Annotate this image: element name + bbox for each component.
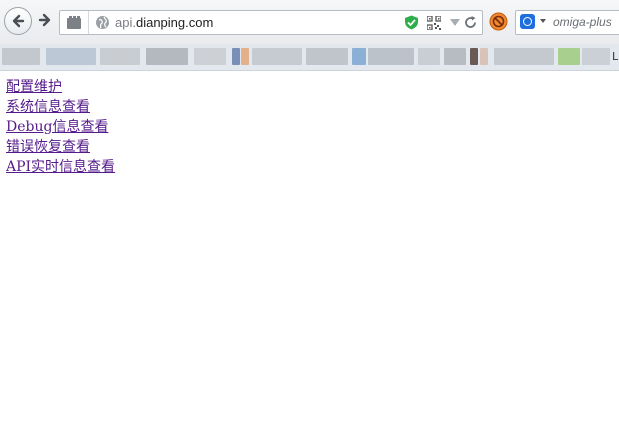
globe-icon: [96, 16, 109, 29]
link-error-recovery[interactable]: 错误恢复查看: [6, 137, 115, 157]
bookmark-item[interactable]: [494, 48, 554, 65]
bookmark-item[interactable]: [352, 48, 366, 65]
bookmark-item[interactable]: [306, 48, 348, 65]
link-config-maintenance[interactable]: 配置维护: [6, 77, 115, 97]
browser-toolbar: api.dianping.com omiga-plus: [0, 0, 619, 44]
bookmark-item[interactable]: [46, 48, 96, 65]
forward-arrow-icon: [38, 13, 51, 27]
shield-button[interactable]: [404, 15, 419, 30]
qr-code-button[interactable]: [426, 15, 441, 30]
url-domain: dianping.com: [135, 15, 214, 30]
omega-search-box[interactable]: omiga-plus: [515, 10, 619, 35]
bookmark-item[interactable]: [252, 48, 302, 65]
url-prefix: api.: [115, 15, 136, 30]
bookmark-item[interactable]: [558, 48, 580, 65]
bookmark-item[interactable]: [444, 48, 466, 65]
bookmark-item[interactable]: [241, 48, 249, 65]
bookmark-overflow-text: L: [612, 50, 619, 63]
link-debug-info[interactable]: Debug信息查看: [6, 117, 115, 137]
reload-icon: [465, 16, 476, 28]
bookmark-item[interactable]: [2, 48, 40, 65]
bookmark-item[interactable]: [470, 48, 478, 65]
bookmark-item[interactable]: [194, 48, 226, 65]
bookmark-item[interactable]: [582, 48, 610, 65]
omega-search-label: omiga-plus: [553, 15, 612, 29]
site-identity-button[interactable]: [60, 11, 89, 34]
bookmark-item[interactable]: [368, 48, 414, 65]
bookmark-item[interactable]: [232, 48, 240, 65]
back-button[interactable]: [4, 7, 32, 35]
omega-logo-icon: [520, 14, 535, 29]
bookmark-item[interactable]: [146, 48, 188, 65]
dropdown-triangle-icon: [449, 18, 460, 26]
link-api-realtime-info[interactable]: API实时信息查看: [6, 157, 115, 177]
back-arrow-icon: [12, 14, 25, 28]
reload-button[interactable]: [463, 15, 478, 30]
bookmark-item[interactable]: [418, 48, 440, 65]
url-bar[interactable]: api.dianping.com: [59, 10, 483, 35]
dropdown-triangle-icon[interactable]: [540, 19, 546, 23]
shield-check-icon: [405, 15, 418, 30]
forward-button[interactable]: [36, 11, 54, 29]
blocked-addon-icon[interactable]: [489, 12, 508, 31]
bookmark-item[interactable]: [480, 48, 488, 65]
page-content: 配置维护 系统信息查看 Debug信息查看 错误恢复查看 API实时信息查看: [6, 77, 115, 177]
bookmarks-toolbar: L: [0, 44, 619, 71]
bookmark-item[interactable]: [100, 48, 140, 65]
url-dropdown-button[interactable]: [447, 15, 462, 30]
link-system-info[interactable]: 系统信息查看: [6, 97, 115, 117]
site-identity-icon: [67, 15, 81, 29]
url-text[interactable]: api.dianping.com: [115, 11, 213, 34]
qr-code-icon: [426, 15, 441, 30]
